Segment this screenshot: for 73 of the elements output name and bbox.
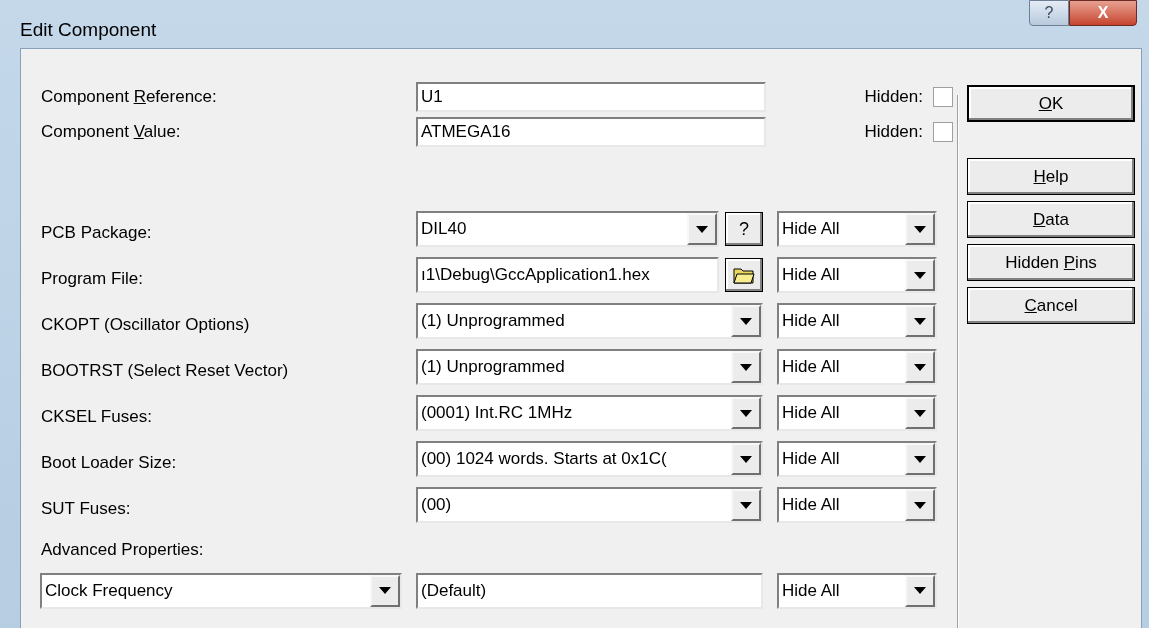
checkbox[interactable]	[933, 121, 953, 142]
checkbox[interactable]	[933, 86, 953, 107]
dropdown-button[interactable]	[687, 213, 717, 245]
dropdown-button[interactable]	[731, 351, 761, 383]
dropdown-button[interactable]	[370, 574, 400, 607]
window-title: Edit Component	[20, 18, 157, 42]
dropdown-button[interactable]	[905, 397, 935, 429]
caret-down-icon	[914, 271, 926, 279]
field-label: Component Value:	[41, 120, 182, 143]
dialog-button[interactable]: Hidden Pins	[967, 244, 1135, 281]
dropdown-field[interactable]: Hide All	[777, 211, 937, 247]
dropdown-field[interactable]: (00)	[416, 487, 763, 523]
caret-down-icon	[740, 409, 752, 417]
field-label: SUT Fuses:	[41, 498, 132, 521]
dropdown-button[interactable]	[731, 305, 761, 337]
caret-down-icon	[914, 501, 926, 509]
dropdown-field[interactable]: (00) 1024 words. Starts at 0x1C(	[416, 441, 763, 477]
dropdown-field[interactable]: Clock Frequency	[40, 572, 402, 609]
caret-down-icon	[740, 455, 752, 463]
field-label: CKOPT (Oscillator Options)	[41, 314, 251, 337]
field-label: BOOTRST (Select Reset Vector)	[41, 360, 290, 383]
field-label: PCB Package:	[41, 222, 153, 245]
dropdown-field[interactable]: Hide All	[777, 572, 937, 609]
dialog-button[interactable]: OK	[967, 85, 1135, 122]
field-label: Program File:	[41, 268, 145, 291]
dropdown-field[interactable]: DIL40	[416, 211, 719, 247]
dropdown-field[interactable]: (1) Unprogrammed	[416, 349, 763, 385]
caret-down-icon	[740, 363, 752, 371]
dropdown-field[interactable]: Hide All	[777, 257, 937, 293]
dropdown-button[interactable]	[905, 213, 935, 245]
section-label: Advanced Properties:	[41, 539, 205, 561]
dropdown-button[interactable]	[731, 443, 761, 475]
field-label: CKSEL Fuses:	[41, 406, 153, 429]
help-button[interactable]: ?	[1029, 0, 1069, 26]
dropdown-button[interactable]	[905, 489, 935, 521]
caret-down-icon	[914, 587, 926, 594]
text-field[interactable]: (Default)	[416, 572, 763, 609]
dropdown-button[interactable]	[905, 305, 935, 337]
caret-down-icon	[740, 501, 752, 509]
text-field[interactable]: ı1\Debug\GccApplication1.hex	[416, 257, 719, 293]
text-field[interactable]: ATMEGA16	[416, 116, 766, 147]
dropdown-field[interactable]: Hide All	[777, 487, 937, 523]
dialog-button[interactable]: Cancel	[967, 287, 1135, 324]
browse-button[interactable]	[725, 258, 763, 292]
caret-down-icon	[379, 587, 391, 594]
caret-down-icon	[740, 317, 752, 325]
dropdown-button[interactable]	[905, 351, 935, 383]
folder-icon	[733, 266, 755, 284]
dialog-button[interactable]: Help	[967, 158, 1135, 195]
field-label: Hidden:	[864, 120, 923, 143]
caret-down-icon	[914, 409, 926, 417]
dropdown-field[interactable]: (1) Unprogrammed	[416, 303, 763, 339]
dropdown-field[interactable]: (0001) Int.RC 1MHz	[416, 395, 763, 431]
caret-down-icon	[914, 225, 926, 233]
caret-down-icon	[696, 225, 708, 233]
field-label: Boot Loader Size:	[41, 452, 178, 475]
help-button[interactable]: ?	[725, 212, 763, 246]
caret-down-icon	[914, 363, 926, 371]
dropdown-field[interactable]: Hide All	[777, 395, 937, 431]
dialog-button[interactable]: Data	[967, 201, 1135, 238]
dropdown-button[interactable]	[905, 443, 935, 475]
dropdown-field[interactable]: Hide All	[777, 303, 937, 339]
text-field[interactable]: U1	[416, 81, 766, 112]
caret-down-icon	[914, 317, 926, 325]
caret-down-icon	[914, 455, 926, 463]
field-label: Hidden:	[864, 85, 923, 108]
dropdown-button[interactable]	[905, 259, 935, 291]
dropdown-button[interactable]	[731, 489, 761, 521]
dropdown-button[interactable]	[731, 397, 761, 429]
dropdown-button[interactable]	[905, 574, 935, 607]
dropdown-field[interactable]: Hide All	[777, 441, 937, 477]
dropdown-field[interactable]: Hide All	[777, 349, 937, 385]
field-label: Component Reference:	[41, 85, 218, 108]
